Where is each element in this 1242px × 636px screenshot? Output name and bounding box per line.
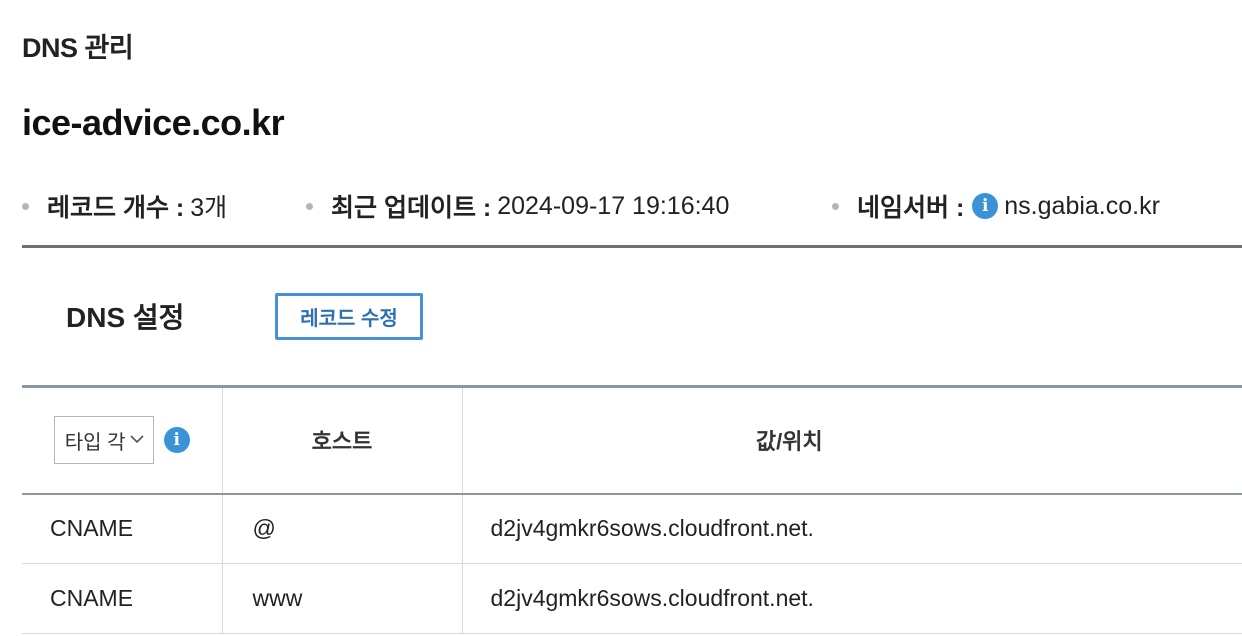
section-divider	[22, 245, 1242, 248]
section-title: DNS 관리	[22, 33, 134, 63]
nameserver-label: 네임서버 :	[857, 194, 965, 222]
summary-row: 레코드 개수 : 3개 최근 업데이트 : 2024-09-17 19:16:4…	[22, 186, 1242, 226]
last-update-item: 최근 업데이트 : 2024-09-17 19:16:40	[306, 186, 729, 226]
type-column-header: 타입 각 i	[22, 386, 223, 494]
dns-records-table: 타입 각 i 호스트 값/위치 CNAME @ d2jv4gmkr6sows.c…	[22, 385, 1242, 634]
domain-name: ice-advice.co.kr	[22, 102, 285, 143]
type-filter-select[interactable]: 타입 각	[53, 416, 154, 465]
info-icon[interactable]: i	[163, 427, 190, 454]
nameserver-value: ns.gabia.co.kr	[1004, 191, 1160, 220]
edit-records-button[interactable]: 레코드 수정	[275, 293, 423, 340]
record-type: CNAME	[22, 563, 223, 634]
record-value: d2jv4gmkr6sows.cloudfront.net.	[462, 493, 1242, 564]
value-column-header: 값/위치	[755, 429, 823, 455]
table-header-row: 타입 각 i 호스트 값/위치	[22, 386, 1242, 494]
chevron-down-icon	[130, 435, 144, 444]
record-count-item: 레코드 개수 : 3개	[22, 186, 227, 226]
record-type: CNAME	[22, 493, 223, 564]
dns-management-page: DNS 관리 ice-advice.co.kr 레코드 개수 : 3개 최근 업…	[0, 0, 1242, 636]
bullet-icon	[832, 202, 839, 210]
bullet-icon	[22, 202, 29, 210]
bullet-icon	[306, 202, 313, 210]
type-filter-value: 타입 각	[64, 431, 126, 454]
dns-settings-title: DNS 설정	[66, 302, 185, 333]
host-column-header: 호스트	[222, 386, 463, 494]
table-row: CNAME www d2jv4gmkr6sows.cloudfront.net.	[22, 563, 1242, 634]
record-count-label: 레코드 개수 :	[47, 194, 185, 222]
table-row: CNAME @ d2jv4gmkr6sows.cloudfront.net.	[22, 493, 1242, 564]
record-host: @	[222, 493, 463, 564]
last-update-value: 2024-09-17 19:16:40	[497, 191, 730, 220]
record-host: www	[222, 563, 463, 634]
record-value: d2jv4gmkr6sows.cloudfront.net.	[462, 563, 1242, 634]
info-icon[interactable]: i	[972, 193, 999, 219]
nameserver-item: 네임서버 : i ns.gabia.co.kr	[832, 186, 1160, 226]
last-update-label: 최근 업데이트 :	[331, 194, 492, 222]
record-count-value: 3개	[190, 194, 228, 222]
